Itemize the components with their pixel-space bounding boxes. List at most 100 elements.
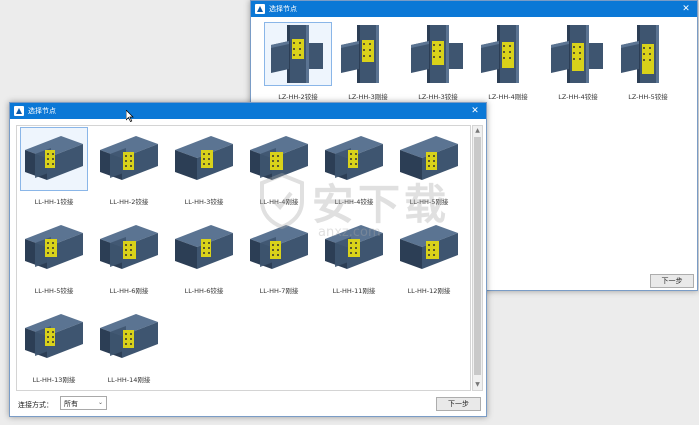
beam-beam-hinge-connection-drawing [175, 225, 233, 269]
front-node-tile[interactable]: LL-HH-1铰接 [17, 126, 91, 208]
beam-beam-rigid-connection-drawing [400, 136, 458, 180]
column-beam-hinge-connection-icon [615, 23, 681, 85]
connection-type-select[interactable]: 所有 ⌄ [60, 396, 107, 410]
front-dialog-titlebar[interactable]: 选择节点 ✕ [10, 103, 486, 119]
column-beam-hinge-connection-icon [545, 23, 611, 85]
front-node-tile[interactable]: LL-HH-3铰接 [167, 126, 241, 208]
beam-beam-rigid-connection-drawing [250, 136, 308, 180]
beam-beam-rigid-connection-icon [96, 306, 162, 368]
beam-beam-rigid-connection-icon [396, 128, 462, 190]
scrollbar-thumb[interactable] [474, 137, 481, 375]
beam-beam-rigid-connection-icon [246, 128, 312, 190]
front-node-tile[interactable]: LL-HH-11刚接 [317, 215, 391, 297]
beam-beam-hinge-connection-icon [171, 128, 237, 190]
beam-beam-hinge-connection-icon [20, 127, 88, 191]
beam-beam-rigid-connection-icon [21, 306, 87, 368]
connection-type-label: 连接方式： [18, 401, 53, 409]
column-beam-hinge-connection-drawing [411, 25, 463, 83]
front-node-tile[interactable]: LL-HH-14刚接 [92, 304, 166, 386]
column-beam-rigid-connection-icon [475, 23, 541, 85]
beam-beam-rigid-connection-drawing [100, 314, 158, 358]
back-node-tile[interactable]: LZ-HH-3铰接 [401, 21, 475, 103]
front-node-label: LL-HH-2铰接 [109, 198, 149, 206]
front-node-label: LL-HH-4刚接 [259, 198, 299, 206]
back-dialog-titlebar[interactable]: 选择节点 ✕ [251, 1, 697, 17]
back-close-icon[interactable]: ✕ [679, 2, 693, 16]
front-node-label: LL-HH-5铰接 [34, 287, 74, 295]
back-node-label: LZ-HH-3刚接 [348, 93, 388, 101]
beam-beam-hinge-connection-icon [21, 217, 87, 279]
beam-beam-rigid-connection-drawing [325, 225, 383, 269]
app-logo-icon [255, 4, 265, 14]
scroll-up-icon[interactable]: ▲ [473, 126, 482, 136]
back-next-button[interactable]: 下一步 [650, 274, 694, 288]
front-node-tile[interactable]: LL-HH-4刚接 [242, 126, 316, 208]
back-node-label: LZ-HH-4刚接 [488, 93, 528, 101]
back-node-tile[interactable]: LZ-HH-3刚接 [331, 21, 405, 103]
back-node-tile[interactable]: LZ-HH-4刚接 [471, 21, 545, 103]
beam-beam-rigid-connection-icon [246, 217, 312, 279]
beam-beam-hinge-connection-drawing [25, 225, 83, 269]
front-node-label: LL-HH-6刚接 [109, 287, 149, 295]
beam-beam-rigid-connection-drawing [100, 225, 158, 269]
front-node-label: LL-HH-3铰接 [184, 198, 224, 206]
beam-beam-hinge-connection-icon [171, 217, 237, 279]
front-node-tile[interactable]: LL-HH-5铰接 [17, 215, 91, 297]
scroll-down-icon[interactable]: ▼ [473, 380, 482, 390]
front-node-dialog: 选择节点 ✕ LL-HH-1铰接 LL-HH-2铰接 LL-HH-3铰接 LL-HH-… [9, 102, 487, 417]
column-beam-rigid-connection-drawing [341, 25, 379, 83]
beam-beam-rigid-connection-drawing [400, 225, 458, 269]
front-node-tile[interactable]: LL-HH-13刚接 [17, 304, 91, 386]
vertical-scrollbar[interactable]: ▲ ▼ [472, 125, 483, 391]
front-node-tile[interactable]: LL-HH-2铰接 [92, 126, 166, 208]
front-node-label: LL-HH-13刚接 [32, 376, 76, 384]
beam-beam-hinge-connection-drawing [25, 136, 83, 180]
front-node-tile[interactable]: LL-HH-4铰接 [317, 126, 391, 208]
mouse-cursor-icon [126, 110, 134, 122]
front-node-tile[interactable]: LL-HH-5刚接 [392, 126, 466, 208]
back-node-tile[interactable]: LZ-HH-5铰接 [611, 21, 685, 103]
front-node-tile[interactable]: LL-HH-7刚接 [242, 215, 316, 297]
back-node-tile[interactable]: LZ-HH-4铰接 [541, 21, 615, 103]
column-beam-hinge-connection-icon [264, 22, 332, 86]
back-node-tile[interactable]: LZ-HH-2铰接 [261, 21, 335, 103]
beam-beam-hinge-connection-drawing [175, 136, 233, 180]
column-beam-hinge-connection-drawing [271, 25, 323, 83]
front-node-label: LL-HH-12刚接 [407, 287, 451, 295]
front-next-button[interactable]: 下一步 [436, 397, 481, 411]
back-node-label: LZ-HH-5铰接 [628, 93, 668, 101]
beam-beam-hinge-connection-drawing [325, 136, 383, 180]
beam-beam-hinge-connection-icon [96, 128, 162, 190]
front-node-grid: LL-HH-1铰接 LL-HH-2铰接 LL-HH-3铰接 LL-HH-4刚接 LL-H… [16, 125, 471, 391]
front-node-tile[interactable]: LL-HH-12刚接 [392, 215, 466, 297]
beam-beam-rigid-connection-drawing [25, 314, 83, 358]
front-node-label: LL-HH-14刚接 [107, 376, 151, 384]
back-node-label: LZ-HH-2铰接 [278, 93, 318, 101]
column-beam-hinge-connection-drawing [551, 25, 603, 83]
connection-type-value: 所有 [64, 400, 78, 408]
beam-beam-rigid-connection-icon [396, 217, 462, 279]
beam-beam-hinge-connection-icon [321, 128, 387, 190]
front-dialog-title: 选择节点 [28, 107, 56, 115]
front-node-label: LL-HH-4铰接 [334, 198, 374, 206]
beam-beam-rigid-connection-icon [96, 217, 162, 279]
front-node-tile[interactable]: LL-HH-6刚接 [92, 215, 166, 297]
back-node-label: LZ-HH-3铰接 [418, 93, 458, 101]
chevron-down-icon: ⌄ [97, 399, 103, 406]
beam-beam-rigid-connection-drawing [250, 225, 308, 269]
app-logo-icon [14, 106, 24, 116]
front-close-icon[interactable]: ✕ [468, 104, 482, 118]
column-beam-rigid-connection-drawing [481, 25, 519, 83]
front-node-label: LL-HH-1铰接 [34, 198, 74, 206]
front-node-label: LL-HH-5刚接 [409, 198, 449, 206]
column-beam-rigid-connection-icon [335, 23, 401, 85]
back-dialog-title: 选择节点 [269, 5, 297, 13]
front-node-label: LL-HH-11刚接 [332, 287, 376, 295]
column-beam-hinge-connection-icon [405, 23, 471, 85]
beam-beam-rigid-connection-icon [321, 217, 387, 279]
back-node-label: LZ-HH-4铰接 [558, 93, 598, 101]
beam-beam-hinge-connection-drawing [100, 136, 158, 180]
front-node-tile[interactable]: LL-HH-6铰接 [167, 215, 241, 297]
front-node-label: LL-HH-6铰接 [184, 287, 224, 295]
front-node-label: LL-HH-7刚接 [259, 287, 299, 295]
